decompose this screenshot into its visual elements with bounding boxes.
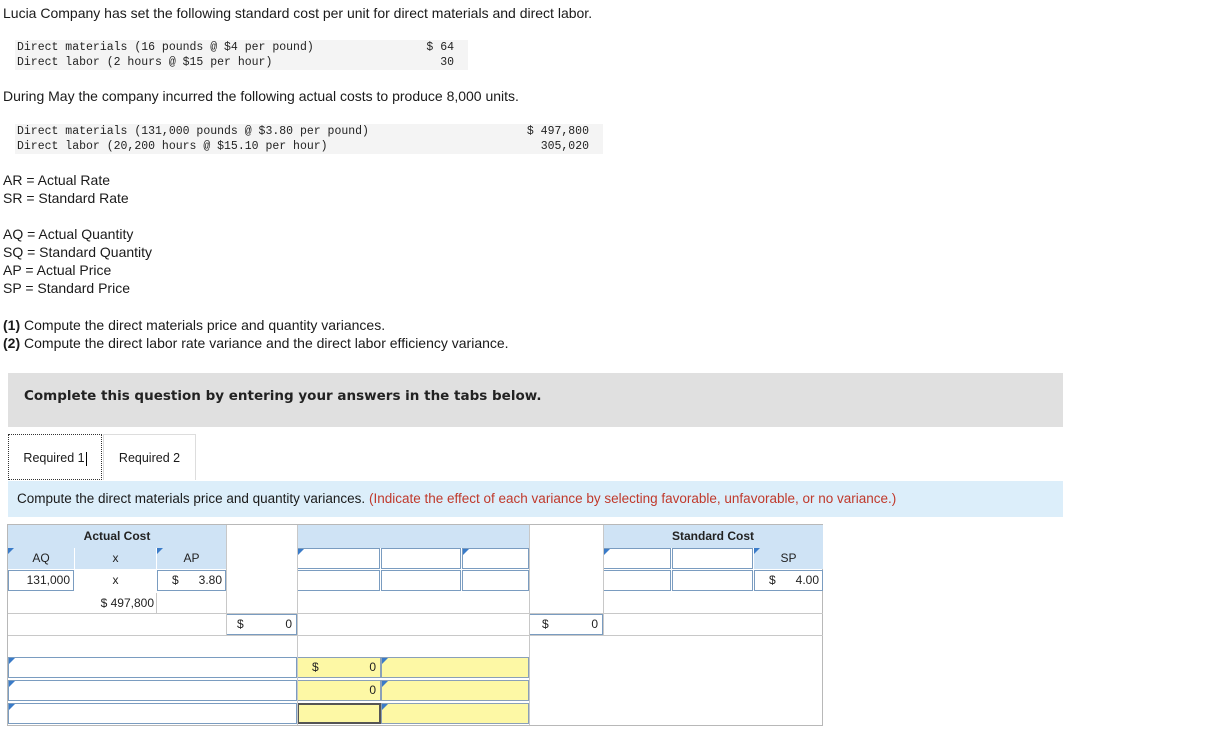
middle-times-input[interactable] — [381, 570, 461, 591]
col3-dollar-sign: $ — [542, 617, 549, 631]
definition-sr: SR = Standard Rate — [3, 190, 129, 206]
standard-row-labor: Direct labor (2 hours @ $15 per hour) 30 — [15, 55, 468, 70]
actual-row-labor: Direct labor (20,200 hours @ $15.10 per … — [15, 139, 603, 154]
times-symbol-2: x — [112, 573, 119, 587]
middle-price-label-input[interactable] — [462, 548, 529, 569]
requirement-1-number: (1) — [3, 317, 21, 333]
may-text: During May the company incurred the foll… — [3, 88, 519, 104]
actual-cost-total: $ 497,800 — [100, 596, 154, 610]
aq-label: AQ — [8, 548, 74, 569]
question-prompt: Compute the direct materials price and q… — [8, 481, 1063, 517]
standard-materials-label: Direct materials (16 pounds @ $4 per pou… — [17, 41, 314, 54]
instructions-text: Complete this question by entering your … — [24, 388, 542, 404]
ap-value-input[interactable]: $ 3.80 — [157, 570, 226, 591]
definition-aq: AQ = Actual Quantity — [3, 226, 134, 242]
middle-column-total[interactable]: $ 0 — [529, 614, 603, 635]
variance-2-label-input[interactable] — [8, 680, 297, 701]
middle-quantity-input[interactable] — [297, 570, 380, 591]
quantity-definitions: AQ = Actual Quantity SQ = Standard Quant… — [3, 225, 152, 297]
sp-dollar-sign: $ — [769, 573, 776, 587]
requirement-2-number: (2) — [3, 335, 21, 351]
variance-1-effect-select[interactable] — [381, 657, 529, 678]
sp-label: SP — [754, 548, 823, 569]
standard-labor-amount: 30 — [440, 56, 454, 69]
text-cursor — [85, 451, 87, 466]
middle-quantity-label-input[interactable] — [297, 548, 380, 569]
standard-times-label-input[interactable] — [672, 548, 753, 569]
intro-text: Lucia Company has set the following stan… — [3, 5, 593, 21]
prompt-note: (Indicate the effect of each variance by… — [368, 491, 897, 506]
standard-labor-label: Direct labor (2 hours @ $15 per hour) — [17, 56, 273, 69]
total-variance-amount-input[interactable] — [297, 703, 381, 724]
actual-row-materials: Direct materials (131,000 pounds @ $3.80… — [15, 124, 603, 139]
total-variance-label-input[interactable] — [8, 703, 297, 724]
prompt-main: Compute the direct materials price and q… — [17, 491, 366, 506]
variance-1-label-input[interactable] — [8, 657, 297, 678]
variance-2-amount-input[interactable]: 0 — [297, 680, 381, 701]
requirement-2-text: Compute the direct labor rate variance a… — [20, 335, 509, 351]
tab-required-2-label: Required 2 — [118, 451, 181, 465]
total-variance-effect-select[interactable] — [381, 703, 529, 724]
rate-definitions: AR = Actual Rate SR = Standard Rate — [3, 171, 129, 207]
actual-labor-amount: 305,020 — [540, 140, 589, 153]
actual-cost-header: Actual Cost — [8, 525, 226, 548]
middle-price-input[interactable] — [462, 570, 529, 591]
definition-ar: AR = Actual Rate — [3, 172, 111, 188]
standard-cost-header: Standard Cost — [603, 525, 823, 548]
col3-total: 0 — [591, 617, 598, 631]
instructions-box: Complete this question by entering your … — [8, 373, 1063, 427]
variance-1-dollar-sign: $ — [312, 660, 319, 674]
ap-dollar-sign: $ — [172, 573, 179, 587]
standard-quantity-label-input[interactable] — [603, 548, 671, 569]
requirement-2: (2) Compute the direct labor rate varian… — [3, 334, 509, 352]
variance-2-value: 0 — [369, 683, 376, 697]
actual-cost-column-total[interactable]: $ 0 — [226, 614, 297, 635]
definition-ap: AP = Actual Price — [3, 262, 112, 278]
actual-cost-table: Direct materials (131,000 pounds @ $3.80… — [15, 124, 603, 154]
times-symbol: x — [75, 548, 156, 569]
definition-sp: SP = Standard Price — [3, 280, 130, 296]
requirement-1: (1) Compute the direct materials price a… — [3, 316, 509, 334]
actual-labor-label: Direct labor (20,200 hours @ $15.10 per … — [17, 140, 328, 153]
variance-1-amount-input[interactable]: $ 0 — [297, 657, 381, 678]
actual-materials-amount: $ 497,800 — [526, 125, 589, 138]
variance-worksheet: Actual Cost Standard Cost AQ x AP SP 131… — [7, 524, 823, 726]
requirement-1-text: Compute the direct materials price and q… — [20, 317, 386, 333]
tab-required-1-label: Required 1 — [23, 451, 85, 465]
aq-value[interactable]: 131,000 — [8, 570, 74, 591]
col2-dollar-sign: $ — [237, 617, 244, 631]
standard-materials-amount: $ 64 — [426, 41, 454, 54]
sp-value: 4.00 — [795, 573, 819, 587]
variance-2-effect-select[interactable] — [381, 680, 529, 701]
standard-quantity-input[interactable] — [603, 570, 671, 591]
middle-times-label-input[interactable] — [381, 548, 461, 569]
definition-sq: SQ = Standard Quantity — [3, 244, 153, 260]
tab-required-1[interactable]: Required 1 — [8, 434, 102, 480]
requirements-list: (1) Compute the direct materials price a… — [3, 316, 509, 352]
sp-value-input[interactable]: $ 4.00 — [754, 570, 823, 591]
standard-row-materials: Direct materials (16 pounds @ $4 per pou… — [15, 40, 468, 55]
middle-column-header — [297, 525, 529, 548]
tab-required-2[interactable]: Required 2 — [103, 434, 196, 480]
ap-label: AP — [157, 548, 226, 569]
standard-times-input[interactable] — [672, 570, 753, 591]
col2-total: 0 — [285, 617, 292, 631]
variance-1-value: 0 — [369, 660, 376, 674]
standard-cost-table: Direct materials (16 pounds @ $4 per pou… — [15, 40, 468, 70]
actual-materials-label: Direct materials (131,000 pounds @ $3.80… — [17, 125, 369, 138]
ap-value: 3.80 — [198, 573, 222, 587]
